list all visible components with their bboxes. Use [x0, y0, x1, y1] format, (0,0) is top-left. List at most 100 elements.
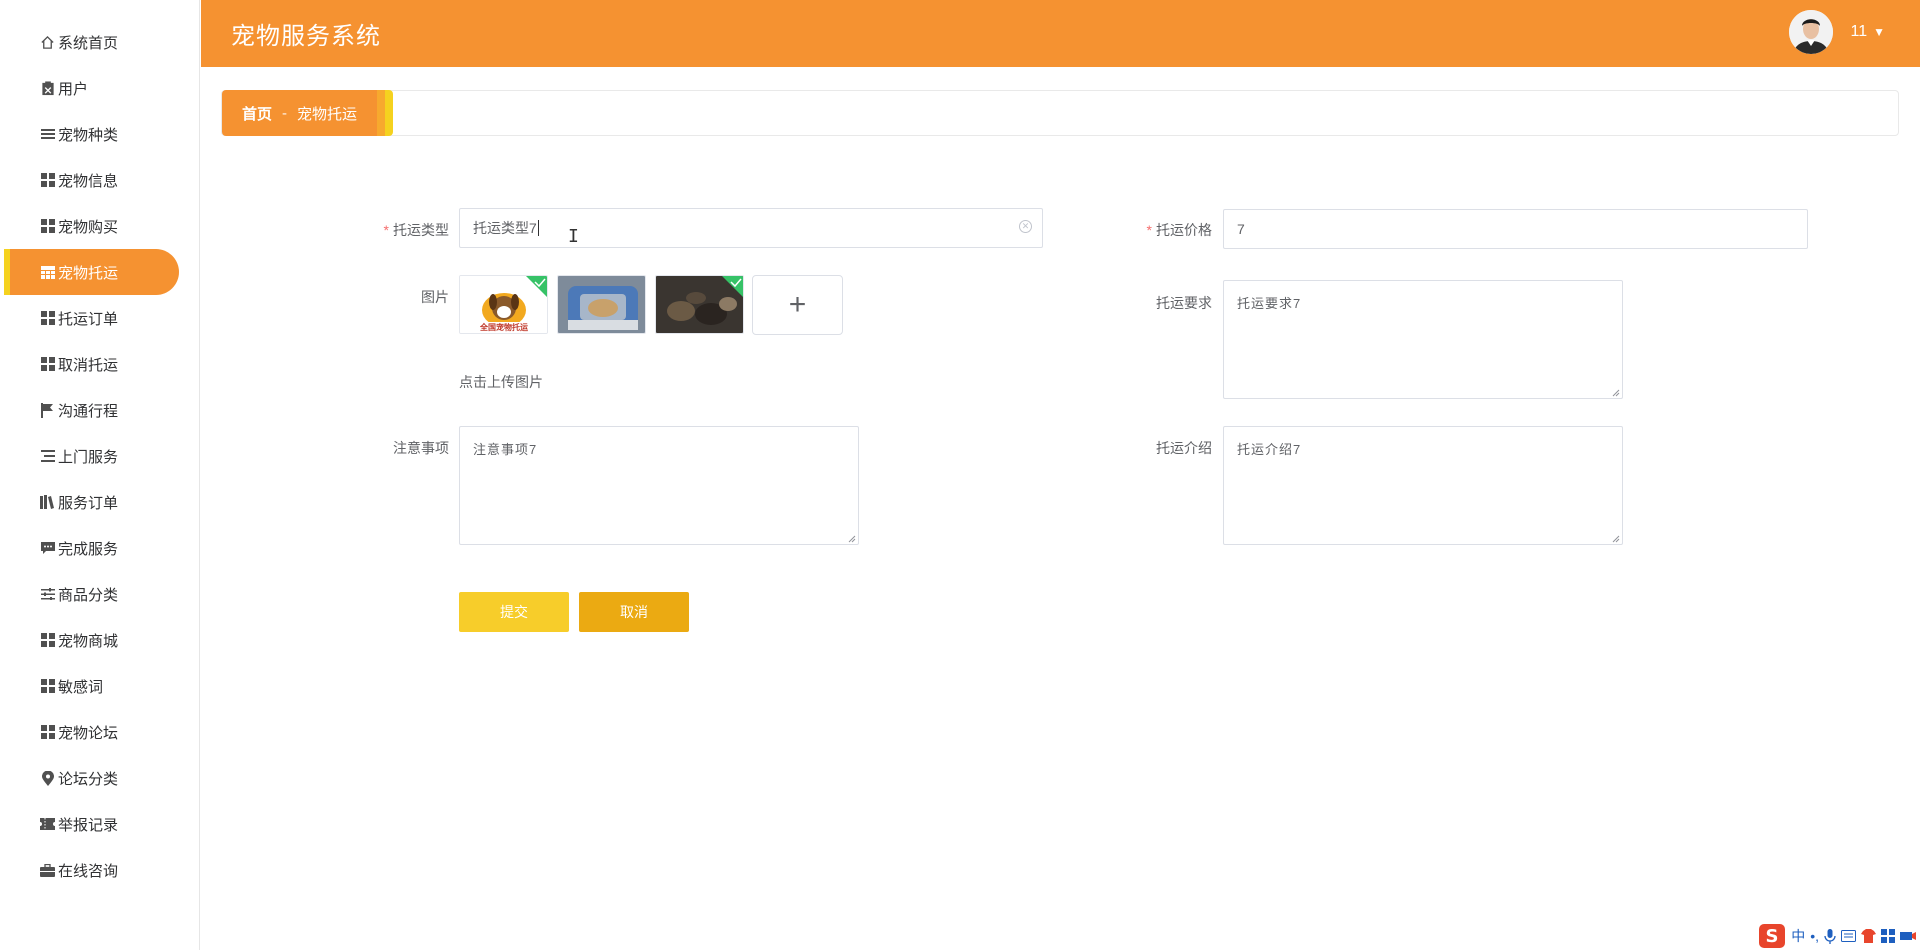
svg-text:S: S [1766, 926, 1779, 947]
sidebar-item-label: 托运订单 [58, 310, 119, 328]
grid-icon [39, 310, 56, 327]
breadcrumb-current: 宠物托运 [297, 105, 358, 123]
sidebar-item-goods-category[interactable]: 商品分类 [4, 571, 179, 617]
breadcrumb: 首页 - 宠物托运 [221, 90, 1899, 136]
text-caret [537, 220, 539, 236]
avatar[interactable] [1788, 10, 1833, 54]
user-menu[interactable]: 11 ▼ [1788, 10, 1885, 54]
price-input[interactable]: 7 [1223, 209, 1808, 249]
sidebar-item-pet-mall[interactable]: 宠物商城 [4, 617, 179, 663]
submit-button[interactable]: 提交 [459, 592, 569, 632]
image-thumbnail[interactable] [655, 275, 744, 334]
sidebar-item-home[interactable]: 系统首页 [4, 19, 179, 65]
keyboard-icon[interactable] [1841, 930, 1856, 942]
breadcrumb-separator: - [282, 104, 288, 122]
price-label: * 托运价格 [1092, 220, 1212, 240]
ime-toolbar[interactable]: S 中 •, [1754, 922, 1920, 950]
sidebar-item-label: 宠物托运 [58, 264, 119, 282]
list-icon [39, 126, 56, 143]
clipboard-icon [39, 80, 56, 97]
sidebar-item-pet-purchase[interactable]: 宠物购买 [4, 203, 179, 249]
sidebar-item-label: 举报记录 [58, 816, 119, 834]
sidebar: 系统首页 用户 宠物种类 宠物信息 宠物购买 宠物托运 托运订单 取消托运 沟通… [0, 0, 200, 950]
sidebar-item-label: 宠物商城 [58, 632, 119, 650]
image-label: 图片 [421, 289, 449, 305]
map-pin-icon [39, 770, 56, 787]
sidebar-item-cancel-shipping[interactable]: 取消托运 [4, 341, 179, 387]
sidebar-item-label: 宠物购买 [58, 218, 119, 236]
resize-handle-icon[interactable] [848, 535, 856, 543]
notes-textarea[interactable]: 注意事项7 [459, 426, 859, 545]
home-icon [39, 34, 56, 51]
sidebar-item-forum-category[interactable]: 论坛分类 [4, 755, 179, 801]
sidebar-item-label: 商品分类 [58, 586, 119, 604]
sidebar-item-report-records[interactable]: 举报记录 [4, 801, 179, 847]
indent-list-icon [39, 448, 56, 465]
sidebar-item-complete-service[interactable]: 完成服务 [4, 525, 179, 571]
type-label-text: 托运类型 [393, 222, 449, 238]
text-cursor-icon: I [568, 226, 579, 247]
clear-icon[interactable]: ✕ [1019, 220, 1032, 233]
sidebar-item-label: 在线咨询 [58, 862, 119, 880]
image-thumbnail[interactable] [557, 275, 646, 334]
type-input[interactable]: 托运类型7 [459, 208, 1043, 248]
grid-icon [39, 172, 56, 189]
requirement-textarea[interactable]: 托运要求7 [1223, 280, 1623, 399]
toolbox-icon[interactable] [1881, 929, 1895, 943]
sidebar-item-trip-communication[interactable]: 沟通行程 [4, 387, 179, 433]
sidebar-item-label: 上门服务 [58, 448, 119, 466]
sidebar-menu: 系统首页 用户 宠物种类 宠物信息 宠物购买 宠物托运 托运订单 取消托运 沟通… [0, 0, 199, 893]
sidebar-item-label: 服务订单 [58, 494, 119, 512]
resize-handle-icon[interactable] [1612, 535, 1620, 543]
type-label: * 托运类型 [329, 220, 449, 240]
sidebar-item-online-consult[interactable]: 在线咨询 [4, 847, 179, 893]
sogou-logo-icon[interactable]: S [1758, 923, 1786, 949]
sliders-icon [39, 586, 56, 603]
resize-handle-icon[interactable] [1612, 389, 1620, 397]
upload-add-button[interactable]: + [752, 275, 843, 335]
notes-label: 注意事项 [393, 440, 449, 456]
upload-tip: 点击上传图片 [459, 374, 543, 390]
sidebar-item-pet-category[interactable]: 宠物种类 [4, 111, 179, 157]
sidebar-item-pet-info[interactable]: 宠物信息 [4, 157, 179, 203]
breadcrumb-tag: 首页 - 宠物托运 [222, 90, 394, 136]
skin-icon[interactable] [1861, 929, 1876, 943]
sidebar-item-pet-forum[interactable]: 宠物论坛 [4, 709, 179, 755]
sidebar-item-home-service[interactable]: 上门服务 [4, 433, 179, 479]
sidebar-item-label: 敏感词 [58, 678, 104, 696]
chat-icon [39, 540, 56, 557]
grid-icon [39, 678, 56, 695]
sidebar-item-label: 论坛分类 [58, 770, 119, 788]
sidebar-item-service-order[interactable]: 服务订单 [4, 479, 179, 525]
table-icon [39, 264, 56, 281]
sidebar-item-label: 用户 [58, 80, 89, 98]
sidebar-item-sensitive-words[interactable]: 敏感词 [4, 663, 179, 709]
image-thumbnail[interactable]: 全国宠物托运 [459, 275, 548, 334]
required-mark: * [1146, 222, 1152, 238]
microphone-icon[interactable] [1824, 928, 1836, 944]
sidebar-item-label: 取消托运 [58, 356, 119, 374]
grid-icon [39, 724, 56, 741]
sidebar-item-pet-shipping[interactable]: 宠物托运 [4, 249, 179, 295]
more-tools-icon[interactable] [1900, 930, 1916, 942]
sidebar-item-shipping-order[interactable]: 托运订单 [4, 295, 179, 341]
user-name: 11 [1850, 23, 1868, 40]
punctuation-icon[interactable]: •, [1810, 928, 1819, 944]
sidebar-item-label: 沟通行程 [58, 402, 119, 420]
grid-icon [39, 218, 56, 235]
sidebar-item-label: 完成服务 [58, 540, 119, 558]
intro-textarea[interactable]: 托运介绍7 [1223, 426, 1623, 545]
plus-icon: + [788, 288, 807, 321]
sidebar-item-label: 宠物信息 [58, 172, 119, 190]
ime-chinese-mode[interactable]: 中 [1791, 926, 1805, 946]
required-mark: * [383, 222, 389, 238]
ticket-icon [39, 816, 56, 833]
cancel-button[interactable]: 取消 [579, 592, 689, 632]
breadcrumb-home[interactable]: 首页 [242, 103, 272, 124]
breadcrumb-stripe [377, 90, 386, 136]
caret-down-icon[interactable]: ▼ [1873, 25, 1885, 39]
sidebar-item-user[interactable]: 用户 [4, 65, 179, 111]
sidebar-item-label: 系统首页 [58, 34, 119, 52]
grid-icon [39, 356, 56, 373]
intro-label: 托运介绍 [1156, 440, 1212, 456]
